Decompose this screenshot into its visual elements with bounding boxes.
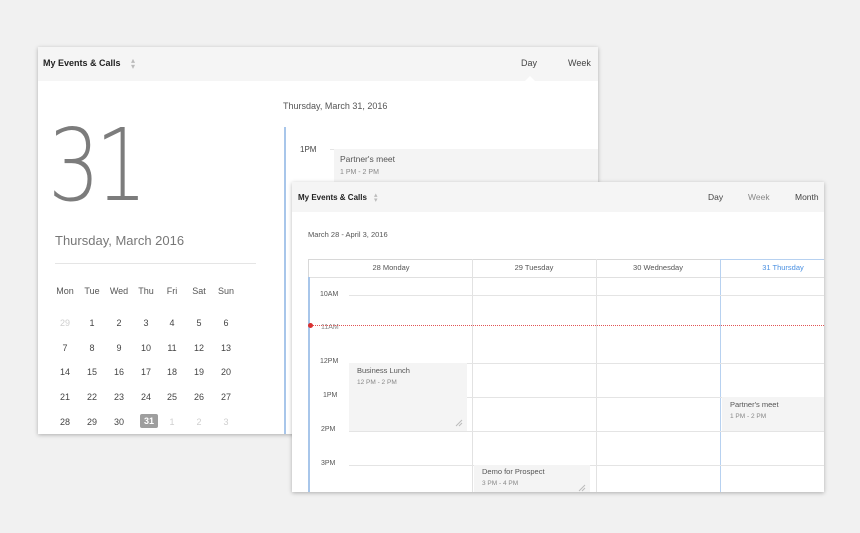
tab-week[interactable]: Week — [568, 58, 591, 68]
calendar-day[interactable]: 8 — [80, 343, 104, 353]
calendar-day[interactable]: 1 — [80, 318, 104, 328]
calendar-day[interactable]: 18 — [160, 367, 184, 377]
column-header: 29 Tuesday — [514, 263, 554, 272]
column-header: 30 Wednesday — [633, 263, 683, 272]
calendar-day[interactable]: 15 — [80, 367, 104, 377]
calendar-day[interactable]: 1 — [160, 417, 184, 427]
calendar-day[interactable]: 19 — [187, 367, 211, 377]
column-divider — [472, 259, 473, 492]
timeline-accent — [284, 127, 286, 434]
tab-day[interactable]: Day — [708, 192, 723, 202]
event-block[interactable]: Partner's meet 1 PM - 2 PM — [722, 397, 824, 431]
hour-label: 2PM — [321, 426, 336, 433]
hour-label: 12PM — [320, 358, 339, 365]
date-range: March 28 - April 3, 2016 — [308, 230, 388, 239]
big-date: 31 — [48, 107, 147, 224]
calendar-selector[interactable]: My Events & Calls — [43, 58, 121, 68]
week-view-panel: My Events & Calls ▴ ▾ Day Week Month Marc… — [292, 182, 824, 492]
tab-month[interactable]: Month — [795, 192, 819, 202]
date-subtitle: Thursday, March 2016 — [55, 233, 185, 248]
event-title: Partner's meet — [340, 154, 396, 164]
event-title: Demo for Prospect — [482, 467, 545, 476]
calendar-day[interactable]: 17 — [134, 367, 158, 377]
timeline-accent — [308, 277, 310, 492]
weekday-label: Sat — [192, 286, 206, 296]
tab-week[interactable]: Week — [748, 192, 770, 202]
calendar-day[interactable]: 2 — [187, 417, 211, 427]
calendar-day[interactable]: 9 — [107, 343, 131, 353]
event-time: 12 PM - 2 PM — [357, 379, 397, 386]
event-time: 3 PM - 4 PM — [482, 480, 519, 487]
active-tab-pointer-icon — [524, 76, 536, 82]
calendar-day[interactable]: 21 — [53, 392, 77, 402]
weekday-label: Fri — [166, 286, 178, 296]
calendar-day[interactable]: 3 — [134, 318, 158, 328]
calendar-day[interactable]: 2 — [107, 318, 131, 328]
weekday-label: Tue — [84, 286, 100, 296]
calendar-day[interactable]: 23 — [107, 392, 131, 402]
hour-label: 3PM — [321, 460, 336, 467]
calendar-day[interactable]: 4 — [160, 318, 184, 328]
weekday-label: Sun — [217, 286, 234, 296]
calendar-day[interactable]: 28 — [53, 417, 77, 427]
hour-label: 10AM — [320, 291, 339, 298]
calendar-day[interactable]: 27 — [214, 392, 238, 402]
calendar-day[interactable]: 26 — [187, 392, 211, 402]
panel-header: My Events & Calls ▴ ▾ Day Week Month — [292, 182, 824, 212]
event-block[interactable]: Business Lunch 12 PM - 2 PM — [349, 363, 467, 431]
today-column-highlight — [720, 259, 824, 492]
sort-icon[interactable]: ▴ ▾ — [374, 192, 378, 204]
column-header: 28 Monday — [372, 263, 410, 272]
day-heading: Thursday, March 31, 2016 — [283, 101, 388, 111]
calendar-day[interactable]: 29 — [80, 417, 104, 427]
calendar-day[interactable]: 14 — [53, 367, 77, 377]
panel-header: My Events & Calls ▴ ▾ Day Week — [38, 47, 598, 82]
event-time: 1 PM - 2 PM — [730, 413, 767, 420]
calendar-day[interactable]: 7 — [53, 343, 77, 353]
calendar-day-selected[interactable]: 31 — [140, 414, 158, 428]
resize-handle-icon[interactable] — [455, 419, 463, 427]
hour-line — [349, 295, 824, 296]
calendar-day[interactable]: 16 — [107, 367, 131, 377]
weekday-label: Mon — [56, 286, 74, 296]
event-block[interactable]: Demo for Prospect 3 PM - 4 PM — [474, 465, 590, 492]
calendar-day[interactable]: 3 — [214, 417, 238, 427]
event-title: Business Lunch — [357, 366, 410, 375]
calendar-day[interactable]: 29 — [53, 318, 77, 328]
calendar-day[interactable]: 5 — [187, 318, 211, 328]
calendar-selector[interactable]: My Events & Calls — [298, 193, 367, 202]
column-divider — [596, 259, 597, 492]
calendar-day[interactable]: 30 — [107, 417, 131, 427]
event-block[interactable]: Partner's meet 1 PM - 2 PM — [334, 149, 598, 183]
tab-day[interactable]: Day — [521, 58, 537, 68]
calendar-day[interactable]: 12 — [187, 343, 211, 353]
event-title: Partner's meet — [730, 400, 779, 409]
calendar-day[interactable]: 11 — [160, 343, 184, 353]
sort-icon[interactable]: ▴ ▾ — [131, 57, 135, 71]
current-time-line — [310, 325, 824, 326]
calendar-day[interactable]: 25 — [160, 392, 184, 402]
weekday-label: Wed — [109, 286, 129, 296]
hour-line — [349, 431, 824, 432]
calendar-day[interactable]: 13 — [214, 343, 238, 353]
current-time-marker — [308, 323, 313, 328]
hour-label: 1PM — [300, 145, 317, 154]
event-time: 1 PM - 2 PM — [340, 169, 379, 176]
calendar-day[interactable]: 6 — [214, 318, 238, 328]
divider — [55, 263, 256, 264]
resize-handle-icon[interactable] — [578, 484, 586, 492]
calendar-day[interactable]: 24 — [134, 392, 158, 402]
calendar-day[interactable]: 20 — [214, 367, 238, 377]
hour-label: 1PM — [323, 392, 338, 399]
calendar-day[interactable]: 10 — [134, 343, 158, 353]
weekday-label: Thu — [138, 286, 154, 296]
calendar-day[interactable]: 22 — [80, 392, 104, 402]
